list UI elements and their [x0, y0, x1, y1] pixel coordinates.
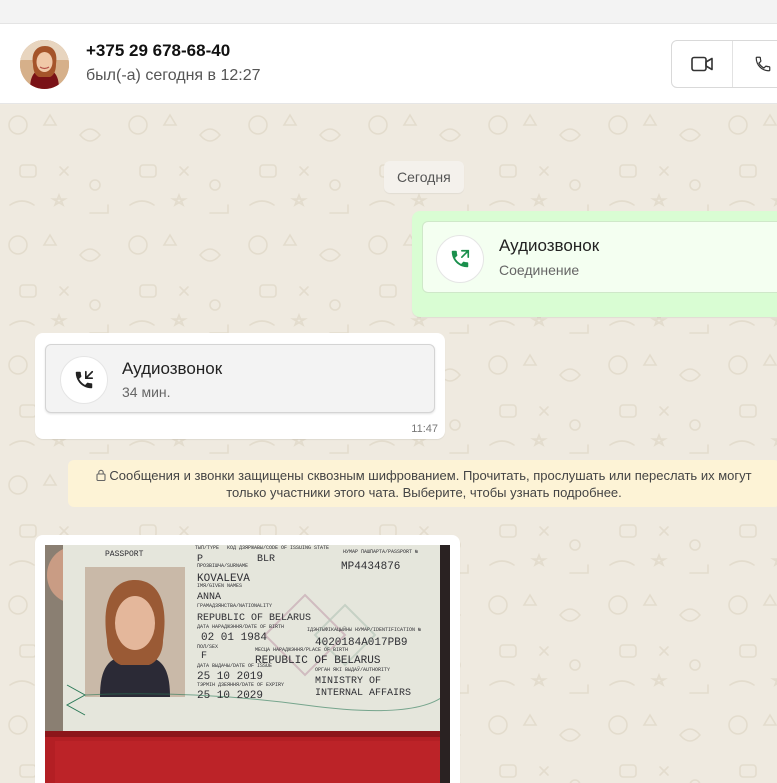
passport-given: ANNA: [197, 592, 221, 603]
passport-surname-label: ПРОЗВІШЧА/SURNAME: [197, 563, 248, 569]
passport-pob-label: МЕСЦА НАРАДЖЭННЯ/PLACE OF BIRTH: [255, 647, 348, 653]
encryption-notice[interactable]: Сообщения и звонки защищены сквозным шиф…: [68, 460, 777, 507]
passport-image: PASSPORT ТЫП/TYPE P КОД ДЗЯРЖАВЫ/CODE OF…: [45, 545, 450, 783]
video-call-button[interactable]: [672, 41, 732, 87]
call-icon-circle: [436, 235, 484, 283]
passport-sex-label: ПОЛ/SEX: [197, 644, 218, 650]
passport-issue-label: ДАТА ВЫДАЧЫ/DATE OF ISSUE: [197, 663, 272, 669]
passport-authority-2: INTERNAL AFFAIRS: [315, 688, 411, 699]
passport-expiry-label: ТЭРМІН ДЗЕЯННЯ/DATE OF EXPIRY: [197, 682, 284, 688]
passport-nationality-label: ГРАМАДЗЯНСТВА/NATIONALITY: [197, 603, 272, 609]
date-separator: Сегодня: [384, 161, 464, 193]
passport-authority-1: MINISTRY OF: [315, 676, 381, 687]
avatar-photo-icon: [20, 40, 69, 89]
voice-call-button[interactable]: [732, 41, 777, 87]
incoming-call-icon: [75, 370, 94, 389]
window-top-strip: [0, 0, 777, 24]
message-time: 11:47: [411, 423, 438, 435]
passport-number: MP4434876: [341, 561, 400, 573]
passport-sex: F: [201, 651, 207, 662]
passport-type-label: ТЫП/TYPE: [195, 545, 219, 551]
lock-icon: [96, 469, 106, 481]
passport-code-label: КОД ДЗЯРЖАВЫ/CODE OF ISSUING STATE: [227, 545, 329, 551]
encryption-notice-line: Сообщения и звонки защищены сквозным шиф…: [68, 467, 777, 484]
passport-given-label: ІМЯ/GIVEN NAMES: [197, 583, 242, 589]
incoming-call-message[interactable]: Аудиозвонок 34 мин. 11:47: [35, 333, 445, 439]
passport-idnum-label: ІДЭНТЫФІКАЦЫЙНЫ НУМАР/IDENTIFICATION №: [307, 625, 421, 633]
chat-header: +375 29 678-68-40 был(-а) сегодня в 12:2…: [0, 24, 777, 104]
passport-authority-label: ОРГАН ЯКІ ВЫДАЎ/AUTHORITY: [315, 665, 390, 673]
contact-name[interactable]: +375 29 678-68-40: [86, 41, 230, 61]
video-camera-icon: [691, 56, 713, 72]
avatar[interactable]: [20, 40, 69, 89]
call-buttons-group: [671, 40, 777, 88]
passport-header: PASSPORT: [105, 550, 144, 559]
passport-expiry: 25 10 2029: [197, 690, 263, 702]
chat-area[interactable]: Сегодня Аудиозвонок Соединение Аудиозвон…: [0, 105, 777, 783]
outgoing-call-icon: [451, 249, 470, 268]
outgoing-call-message[interactable]: Аудиозвонок Соединение: [412, 211, 777, 317]
call-title: Аудиозвонок: [122, 359, 223, 378]
passport-photo[interactable]: PASSPORT ТЫП/TYPE P КОД ДЗЯРЖАВЫ/CODE OF…: [45, 545, 450, 783]
encryption-text-line1: Сообщения и звонки защищены сквозным шиф…: [109, 468, 752, 483]
encryption-text-line2: только участники этого чата. Выберите, ч…: [226, 485, 622, 500]
image-message[interactable]: PASSPORT ТЫП/TYPE P КОД ДЗЯРЖАВЫ/CODE OF…: [35, 535, 460, 783]
passport-code: BLR: [257, 554, 275, 565]
last-seen-status: был(-а) сегодня в 12:27: [86, 67, 261, 84]
passport-number-label: НУМАР ПАШПАРТА/PASSPORT №: [343, 549, 418, 555]
call-status: Соединение: [499, 262, 580, 278]
passport-dob: 02 01 1984: [201, 632, 267, 644]
passport-nationality: REPUBLIC OF BELARUS: [197, 613, 311, 624]
call-duration: 34 мин.: [122, 384, 171, 400]
phone-icon: [755, 56, 770, 72]
call-title: Аудиозвонок: [499, 236, 600, 255]
call-icon-circle: [60, 356, 108, 404]
call-card[interactable]: Аудиозвонок 34 мин.: [45, 344, 435, 413]
passport-pob: REPUBLIC OF BELARUS: [255, 655, 381, 667]
passport-dob-label: ДАТА НАРАДЖЭННЯ/DATE OF BIRTH: [197, 624, 284, 630]
call-card[interactable]: Аудиозвонок Соединение: [422, 221, 777, 293]
